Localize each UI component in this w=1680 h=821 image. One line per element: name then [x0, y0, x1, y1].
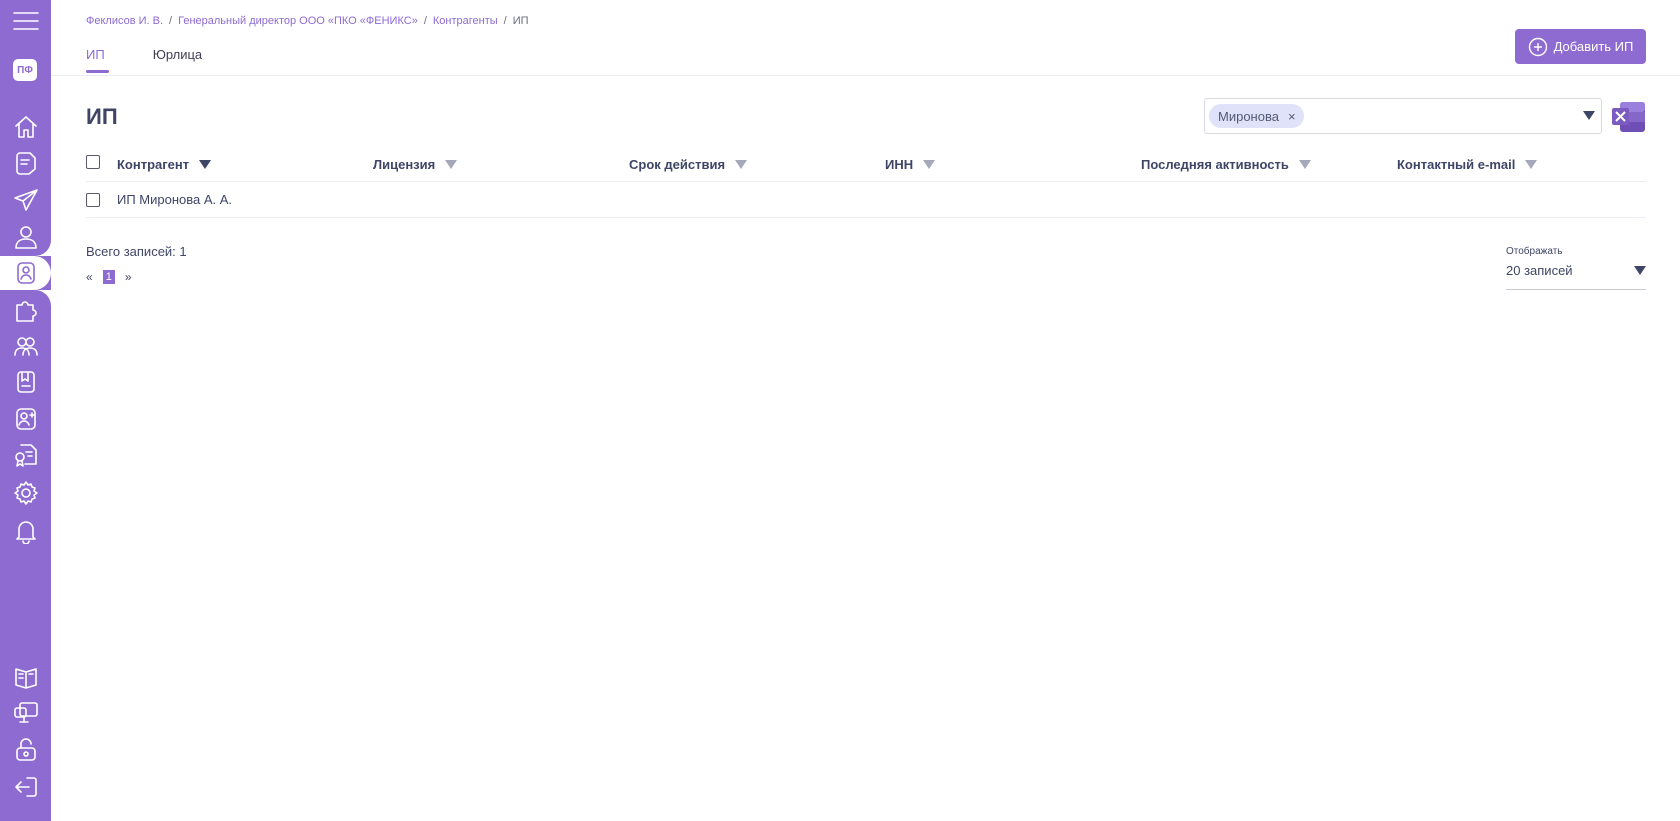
column-label: Контрагент — [117, 157, 190, 172]
sort-arrow-icon[interactable] — [199, 160, 212, 169]
table-divider — [86, 217, 1646, 218]
column-label: Лицензия — [373, 157, 436, 172]
pager-next[interactable]: » — [125, 270, 132, 284]
bell-icon[interactable] — [0, 514, 51, 548]
page-title: ИП — [86, 104, 118, 129]
column-label: Срок действия — [629, 157, 726, 172]
sort-arrow-icon[interactable] — [445, 160, 458, 169]
add-ip-button-label: Добавить ИП — [1553, 39, 1634, 54]
column-header-license[interactable]: Лицензия — [373, 157, 458, 172]
sidebar: ПФ — [0, 0, 51, 821]
breadcrumb-organization[interactable]: Генеральный директор ООО «ПКО «ФЕНИКС» — [178, 15, 418, 27]
pager-page-current[interactable]: 1 — [102, 270, 115, 284]
breadcrumb-separator: / — [169, 15, 173, 27]
home-icon[interactable] — [0, 110, 51, 144]
sidebar-item-contractors[interactable] — [0, 256, 51, 290]
header-divider — [51, 75, 1680, 76]
puzzle-icon[interactable] — [0, 293, 51, 327]
user-icon[interactable] — [0, 220, 51, 254]
excel-export-icon[interactable] — [1611, 101, 1646, 133]
dropdown-arrow-icon[interactable] — [1583, 111, 1595, 120]
org-logo[interactable]: ПФ — [13, 59, 37, 81]
contractor-name[interactable]: ИП Миронова А. А. — [117, 192, 232, 207]
monitor-icon[interactable] — [0, 696, 51, 730]
column-label: ИНН — [885, 157, 914, 172]
column-header-inn[interactable]: ИНН — [885, 157, 936, 172]
plus-circle-icon — [1528, 37, 1547, 56]
total-records: Всего записей: 1 — [86, 244, 187, 259]
send-icon[interactable] — [0, 183, 51, 217]
breadcrumb-separator: / — [423, 15, 427, 27]
sort-arrow-icon[interactable] — [735, 160, 748, 169]
document-icon[interactable] — [0, 146, 51, 180]
open-book-icon[interactable] — [0, 660, 51, 694]
tab-bar: ИП Юрлица — [86, 47, 202, 73]
pagination: « 1 » — [86, 270, 132, 284]
table-header: Контрагент Лицензия Срок действия ИНН По… — [86, 153, 1646, 181]
tab-ip[interactable]: ИП — [86, 47, 109, 73]
filter-chip-label: Миронова — [1218, 108, 1279, 124]
column-header-contractor[interactable]: Контрагент — [117, 157, 212, 172]
sort-arrow-icon[interactable] — [1298, 160, 1311, 169]
per-page-label: Отображать — [1506, 246, 1563, 257]
users-group-icon[interactable] — [0, 329, 51, 363]
select-all-checkbox[interactable] — [86, 155, 100, 169]
contractor-icon — [0, 256, 51, 290]
breadcrumb: Феклисов И. В. / Генеральный директор ООО … — [86, 15, 529, 27]
row-checkbox[interactable] — [86, 193, 100, 207]
sort-arrow-icon[interactable] — [1525, 160, 1538, 169]
book-card-icon[interactable] — [0, 365, 51, 399]
logout-icon[interactable] — [0, 770, 51, 804]
chip-remove-icon[interactable]: × — [1288, 109, 1296, 124]
column-label: Последняя активность — [1141, 157, 1289, 172]
per-page-value: 20 записей — [1506, 263, 1573, 278]
menu-icon[interactable] — [0, 4, 51, 38]
pager-prev[interactable]: « — [86, 270, 93, 284]
column-header-valid-until[interactable]: Срок действия — [629, 157, 748, 172]
breadcrumb-contractors[interactable]: Контрагенты — [433, 15, 498, 27]
tab-legal-entities[interactable]: Юрлица — [153, 47, 202, 72]
per-page-select[interactable]: 20 записей — [1506, 262, 1646, 290]
gear-icon[interactable] — [0, 476, 51, 510]
breadcrumb-user[interactable]: Феклисов И. В. — [86, 15, 163, 27]
filter-chip: Миронова × — [1209, 104, 1304, 128]
dropdown-arrow-icon[interactable] — [1634, 266, 1646, 275]
sort-arrow-icon[interactable] — [923, 160, 936, 169]
add-ip-button[interactable]: Добавить ИП — [1515, 29, 1646, 64]
column-header-email[interactable]: Контактный e-mail — [1397, 157, 1538, 172]
add-user-icon[interactable] — [0, 402, 51, 436]
breadcrumb-current: ИП — [512, 15, 529, 27]
breadcrumb-separator: / — [503, 15, 507, 27]
lock-icon[interactable] — [0, 733, 51, 767]
certificate-icon[interactable] — [0, 438, 51, 472]
filter-select[interactable]: Миронова × — [1204, 98, 1602, 134]
column-header-last-activity[interactable]: Последняя активность — [1141, 157, 1311, 172]
table-divider — [86, 181, 1646, 182]
column-label: Контактный e-mail — [1397, 157, 1516, 172]
